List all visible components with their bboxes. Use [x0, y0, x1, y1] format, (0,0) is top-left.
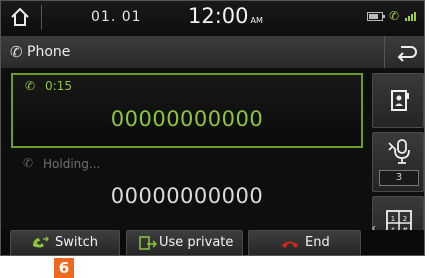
mic-volume-level: 3 [379, 170, 419, 186]
held-call-number: 00000000000 [110, 184, 264, 208]
status-icons: ✆ [366, 9, 416, 23]
time-ampm: AM [250, 16, 263, 25]
svg-text:1: 1 [391, 215, 395, 223]
held-call-icon: ✆ [23, 156, 34, 170]
phone-handset-icon: ✆ [10, 43, 23, 61]
call-action-bar: Switch Use private End [1, 230, 424, 255]
contacts-button[interactable] [372, 73, 424, 128]
page-title: Phone [27, 44, 71, 60]
side-panel: 3 1 2 * # [368, 73, 424, 248]
contacts-icon [391, 90, 409, 111]
active-call-icon: ✆ [25, 79, 36, 93]
microphone-icon [388, 139, 410, 164]
home-icon[interactable] [9, 6, 31, 28]
switch-call-icon [33, 236, 49, 248]
hold-status: Holding... [43, 157, 101, 171]
status-bar: 01. 01 12:00 AM ✆ [1, 1, 424, 34]
use-private-button[interactable]: Use private [126, 230, 243, 255]
end-label: End [305, 235, 330, 250]
status-separator [41, 5, 42, 30]
mic-volume-button[interactable]: 3 [372, 132, 424, 192]
call-duration: 0:15 [45, 79, 72, 93]
held-call-panel: ✆ Holding... 00000000000 [11, 154, 363, 226]
end-call-button[interactable]: End [248, 230, 361, 255]
private-mode-icon [139, 236, 157, 250]
svg-text:2: 2 [403, 215, 407, 223]
phone-screen: 01. 01 12:00 AM ✆ ✆ Phone ✆ 0:15 00000000… [0, 0, 425, 256]
time-value: 12:00 [188, 4, 249, 28]
signal-icon [405, 11, 416, 21]
status-time: 12:00 AM [188, 4, 263, 28]
switch-label: Switch [55, 235, 98, 250]
back-button[interactable] [384, 36, 424, 68]
battery-icon [366, 11, 385, 21]
active-call-number: 00000000000 [110, 107, 264, 131]
bluetooth-phone-icon: ✆ [388, 9, 399, 23]
status-date: 01. 01 [91, 9, 142, 25]
use-private-label: Use private [159, 235, 234, 250]
callout-badge: 6 [54, 258, 74, 278]
active-call-panel: ✆ 0:15 00000000000 [11, 73, 363, 148]
end-call-icon [282, 241, 298, 248]
title-bar: ✆ Phone [1, 36, 424, 69]
back-arrow-icon [397, 46, 417, 62]
switch-button[interactable]: Switch [10, 230, 120, 255]
